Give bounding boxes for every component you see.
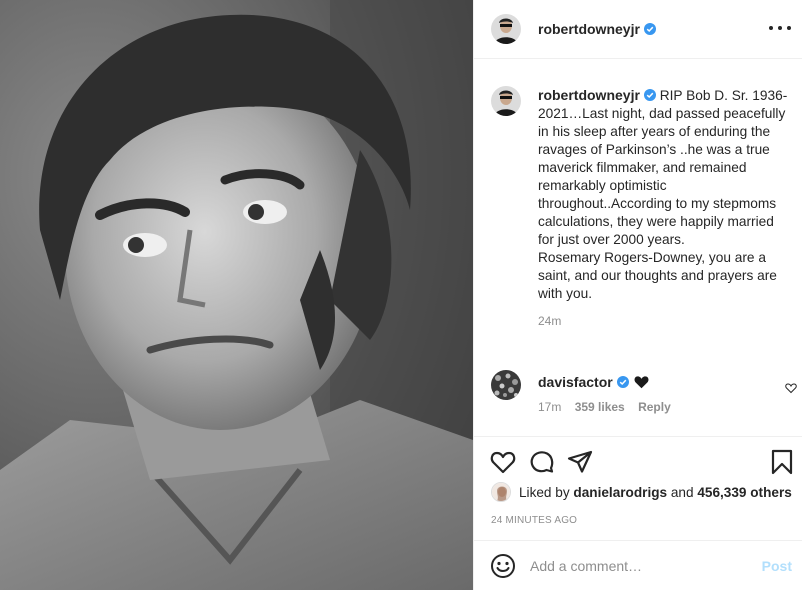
comment-username[interactable]: davisfactor <box>538 374 613 390</box>
send-paper-plane-icon[interactable] <box>567 449 593 475</box>
verified-badge-icon <box>643 89 656 101</box>
comment-like-heart-icon[interactable] <box>785 382 797 394</box>
post-header: robertdowneyjr <box>474 0 802 59</box>
verified-badge-icon <box>616 376 629 388</box>
likes-prefix: Liked by <box>519 484 570 500</box>
black-heart-emoji-icon <box>634 376 649 389</box>
liker-username[interactable]: danielarodrigs <box>573 485 667 500</box>
likes-middle: and <box>670 484 694 500</box>
emoji-smile-icon[interactable] <box>490 553 516 579</box>
comment-body: davisfactor 17m 359 likes Reply <box>538 370 681 414</box>
portrait-image <box>0 0 473 590</box>
caption: robertdowneyjr RIP Bob D. Sr. 1936-2021…… <box>491 86 791 330</box>
post-sidebar: robertdowneyjr robertdowneyjr RIP Bob D.… <box>473 0 802 590</box>
liker-avatar[interactable] <box>491 482 511 502</box>
caption-text: robertdowneyjr RIP Bob D. Sr. 1936-2021…… <box>538 86 791 303</box>
action-bar <box>474 436 802 484</box>
comment-line: davisfactor <box>538 370 681 394</box>
post-comment-button[interactable]: Post <box>762 558 792 574</box>
add-comment-bar: Post <box>474 540 802 590</box>
post-age[interactable]: 24 MINUTES AGO <box>491 515 577 526</box>
caption-body: robertdowneyjr RIP Bob D. Sr. 1936-2021…… <box>538 86 791 330</box>
add-comment-input[interactable] <box>530 557 730 574</box>
caption-timestamp[interactable]: 24m <box>538 312 791 330</box>
instagram-post: robertdowneyjr robertdowneyjr RIP Bob D.… <box>0 0 802 590</box>
more-options-icon[interactable] <box>769 18 791 38</box>
comment-bubble-icon[interactable] <box>529 449 555 475</box>
heart-outline-icon[interactable] <box>490 449 516 475</box>
avatar[interactable] <box>491 86 521 116</box>
comment-timestamp[interactable]: 17m <box>538 400 561 414</box>
header-username[interactable]: robertdowneyjr <box>538 21 640 37</box>
bookmark-icon[interactable] <box>769 449 795 475</box>
caption-username[interactable]: robertdowneyjr <box>538 87 640 103</box>
caption-content: RIP Bob D. Sr. 1936-2021…Last night, dad… <box>538 88 788 301</box>
likes-summary: Liked by danielarodrigs and 456,339 othe… <box>491 482 792 502</box>
comment-meta: 17m 359 likes Reply <box>538 400 681 414</box>
commenter-avatar[interactable] <box>491 370 521 400</box>
avatar[interactable] <box>491 14 521 44</box>
verified-badge-icon <box>643 23 656 35</box>
likes-count[interactable]: 456,339 others <box>697 485 791 500</box>
post-photo[interactable] <box>0 0 473 590</box>
comment-likes[interactable]: 359 likes <box>575 400 625 414</box>
comment-reply-button[interactable]: Reply <box>638 400 671 414</box>
comment-item: davisfactor 17m 359 likes Reply <box>491 370 797 414</box>
